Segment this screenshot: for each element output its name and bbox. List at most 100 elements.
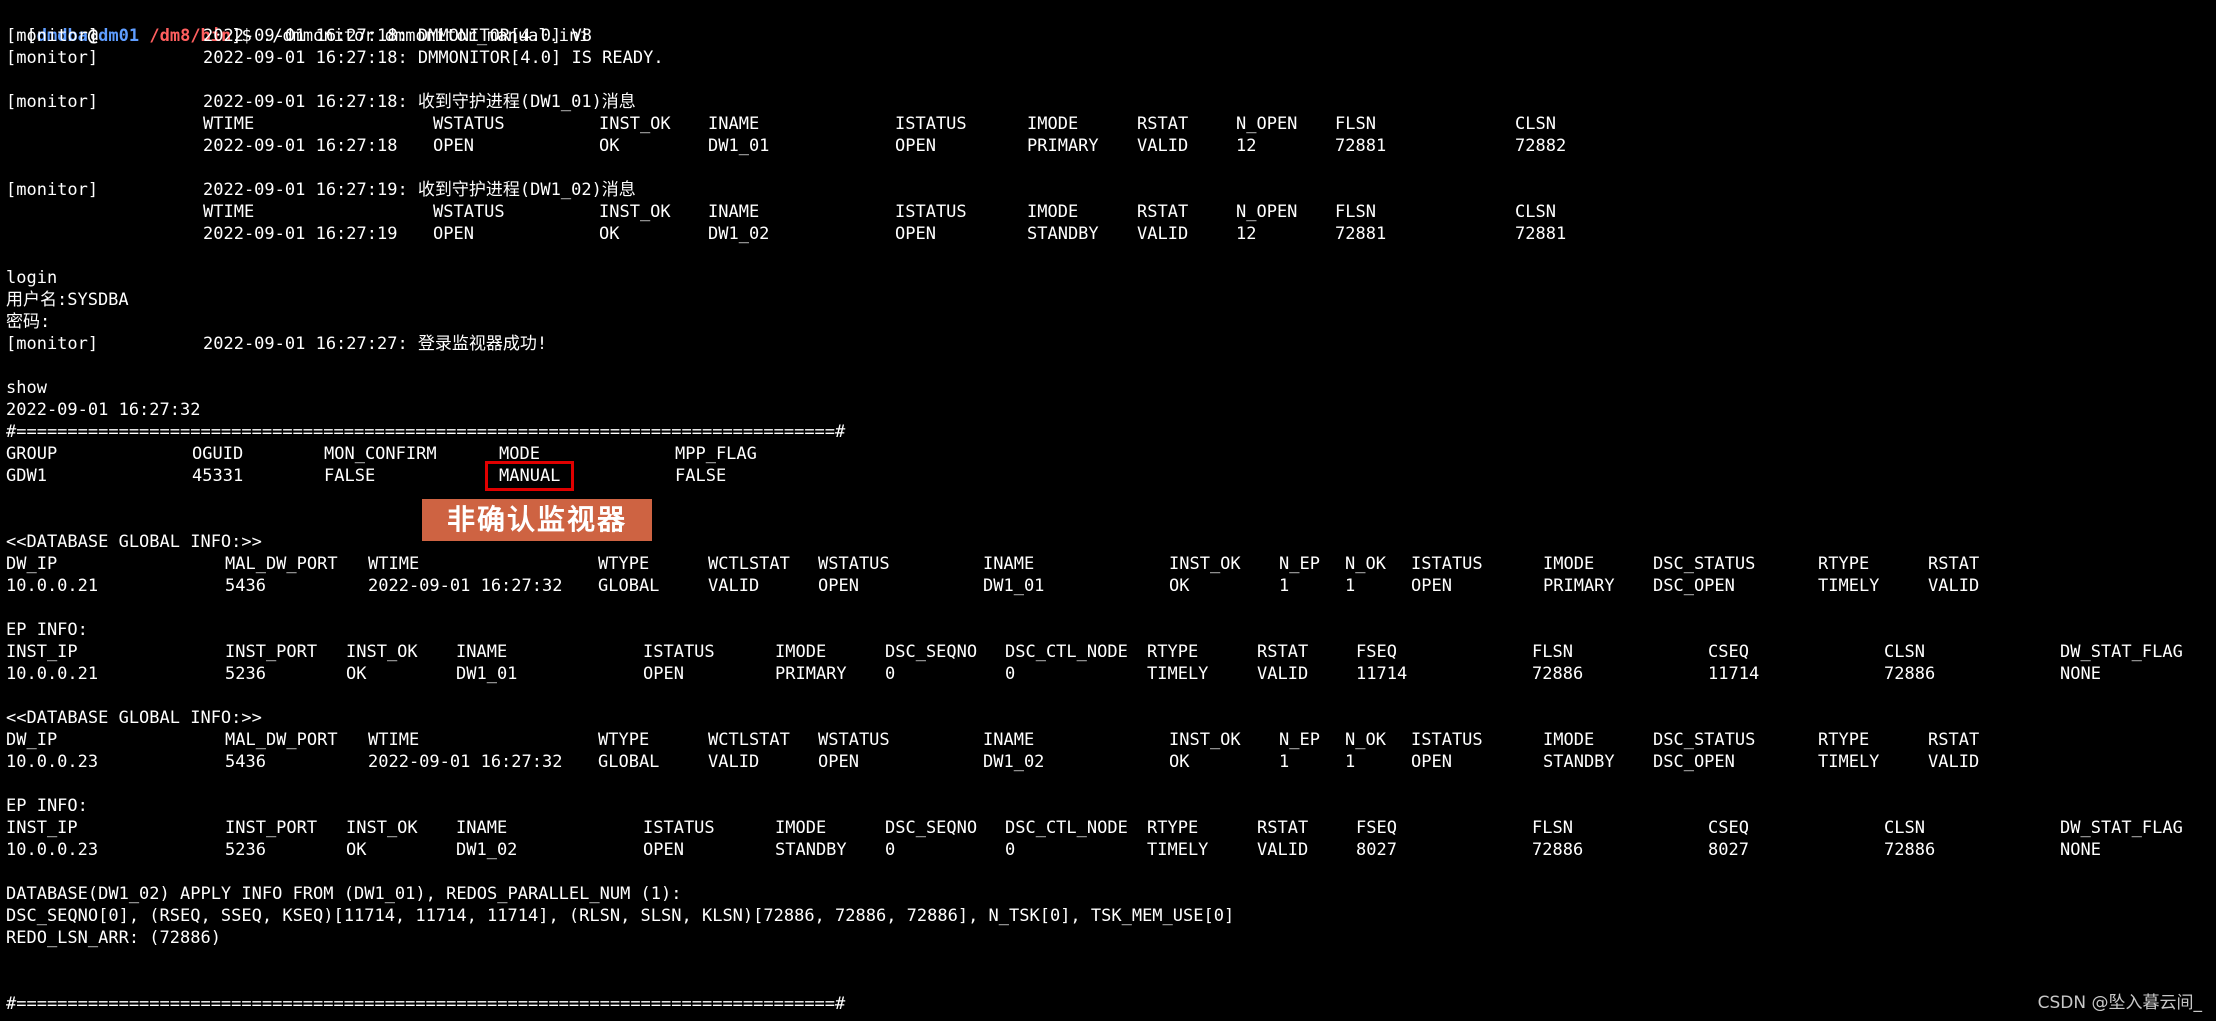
column-header: MAL_DW_PORT: [225, 554, 338, 574]
cell-value: 72881: [1335, 224, 1387, 244]
column-header: INAME: [983, 554, 1035, 574]
column-header: CSEQ: [1708, 818, 1749, 838]
monitor-tag: [monitor]: [6, 334, 99, 354]
monitor-tag: [monitor]: [6, 180, 99, 200]
cell-value: OPEN: [643, 664, 684, 684]
column-header: WCTLSTAT: [708, 554, 790, 574]
cell-value: OK: [599, 224, 620, 244]
column-header: WSTATUS: [433, 114, 505, 134]
column-header: CLSN: [1515, 114, 1556, 134]
column-header: ISTATUS: [1411, 554, 1483, 574]
cell-value: VALID: [1257, 664, 1309, 684]
separator-top: #=======================================…: [6, 422, 846, 442]
column-header: CSEQ: [1708, 642, 1749, 662]
ep-info-title: EP INFO:: [6, 620, 88, 640]
cell-value: FALSE: [675, 466, 727, 486]
cell-value: 72886: [1532, 664, 1584, 684]
cell-value: 72882: [1515, 136, 1567, 156]
watcher-message: 2022-09-01 16:27:18: 收到守护进程(DW1_01)消息: [203, 92, 636, 112]
column-header: FLSN: [1532, 818, 1573, 838]
cell-value: 10.0.0.23: [6, 840, 99, 860]
watcher-header-row: WTIME WSTATUS INST_OK INAME ISTATUS IMODE RSTA…: [6, 201, 2206, 223]
apply-info-line-1: DATABASE(DW1_02) APPLY INFO FROM (DW1_01…: [6, 884, 682, 904]
db-global-info-title: <<DATABASE GLOBAL INFO:>>: [6, 708, 262, 728]
group-header-row: GROUP OGUID MON_CONFIRM MODE MPP_FLAG: [6, 443, 2206, 465]
mode-value-manual: MANUAL: [484, 461, 575, 491]
startup-line-1: [monitor] 2022-09-01 16:27:18: DMMONITOR…: [6, 25, 2206, 47]
shell-prompt-line: [dmdba@dm01 /dm8/bin]$ ./dmmonitor dmmon…: [6, 3, 2206, 46]
column-header: RTYPE: [1147, 818, 1199, 838]
login-result: 2022-09-01 16:27:27: 登录监视器成功!: [203, 334, 548, 354]
group-value-row: GDW1 45331 FALSE MANUAL FALSE: [6, 461, 2206, 491]
column-header: ISTATUS: [643, 818, 715, 838]
column-header: WTIME: [368, 730, 420, 750]
column-header: FLSN: [1335, 202, 1376, 222]
column-header: IMODE: [775, 642, 827, 662]
login-command: login: [6, 268, 58, 288]
cell-value: VALID: [708, 576, 760, 596]
cell-value: STANDBY: [775, 840, 847, 860]
column-header: ISTATUS: [1411, 730, 1483, 750]
cell-value: GDW1: [6, 466, 47, 486]
cell-value: VALID: [1928, 752, 1980, 772]
monitor-tag: [monitor]: [6, 48, 99, 68]
column-header: WSTATUS: [818, 730, 890, 750]
cell-value: 72886: [1884, 664, 1936, 684]
column-header: N_EP: [1279, 730, 1320, 750]
column-header: WSTATUS: [433, 202, 505, 222]
column-header: INAME: [456, 642, 508, 662]
cell-value: TIMELY: [1818, 576, 1880, 596]
cell-value: PRIMARY: [775, 664, 847, 684]
cell-value: OK: [346, 840, 367, 860]
column-header: RSTAT: [1137, 114, 1189, 134]
apply-info-line-3: REDO_LSN_ARR: (72886): [6, 928, 221, 948]
column-header: N_EP: [1279, 554, 1320, 574]
cell-value: VALID: [1928, 576, 1980, 596]
login-password: 密码:: [6, 312, 51, 332]
cell-value: 1: [1345, 576, 1356, 596]
column-header: WSTATUS: [818, 554, 890, 574]
cell-value: GLOBAL: [598, 752, 660, 772]
cell-value: OPEN: [818, 752, 859, 772]
cell-value: PRIMARY: [1027, 136, 1099, 156]
cell-value: OPEN: [1411, 752, 1452, 772]
cell-value: 8027: [1356, 840, 1397, 860]
cell-value: FALSE: [324, 466, 376, 486]
monitor-tag: [monitor]: [6, 26, 99, 46]
cell-value: OPEN: [433, 224, 474, 244]
cell-value: TIMELY: [1147, 664, 1209, 684]
column-header: RSTAT: [1257, 818, 1309, 838]
cell-value: DSC_OPEN: [1653, 752, 1735, 772]
column-header: CLSN: [1884, 818, 1925, 838]
watcher-message-line: [monitor] 2022-09-01 16:27:19: 收到守护进程(DW1…: [6, 179, 2206, 201]
cell-value: VALID: [708, 752, 760, 772]
column-header: IMODE: [1543, 554, 1595, 574]
db-global-header-row: DW_IP MAL_DW_PORT WTIME WTYPE WCTLSTAT WSTATU…: [6, 729, 2206, 751]
column-header: RTYPE: [1818, 730, 1870, 750]
column-header: INAME: [983, 730, 1035, 750]
cell-value: OK: [346, 664, 367, 684]
cell-value: DW1_02: [708, 224, 770, 244]
column-header: DW_IP: [6, 730, 58, 750]
column-header: GROUP: [6, 444, 58, 464]
startup-msg-2: 2022-09-01 16:27:18: DMMONITOR[4.0] IS R…: [203, 48, 664, 68]
column-header: INST_OK: [346, 642, 418, 662]
cell-value: OPEN: [1411, 576, 1452, 596]
cell-value: OPEN: [895, 136, 936, 156]
separator-bottom: #=======================================…: [6, 994, 846, 1014]
column-header: MODE: [499, 444, 540, 464]
cell-value: OK: [599, 136, 620, 156]
column-header: WTIME: [368, 554, 420, 574]
column-header: RSTAT: [1137, 202, 1189, 222]
column-header: INAME: [456, 818, 508, 838]
db-global-value-row: 10.0.0.21 5436 2022-09-01 16:27:32 GLOBAL VA…: [6, 575, 2206, 597]
cell-value: NONE: [2060, 664, 2101, 684]
column-header: WTYPE: [598, 554, 650, 574]
cell-value: DW1_01: [708, 136, 770, 156]
column-header: DW_STAT_FLAG: [2060, 818, 2183, 838]
column-header: DSC_CTL_NODE: [1005, 642, 1128, 662]
cell-value: DW1_02: [983, 752, 1045, 772]
column-header: IMODE: [775, 818, 827, 838]
cell-value: 45331: [192, 466, 244, 486]
column-header: FSEQ: [1356, 642, 1397, 662]
